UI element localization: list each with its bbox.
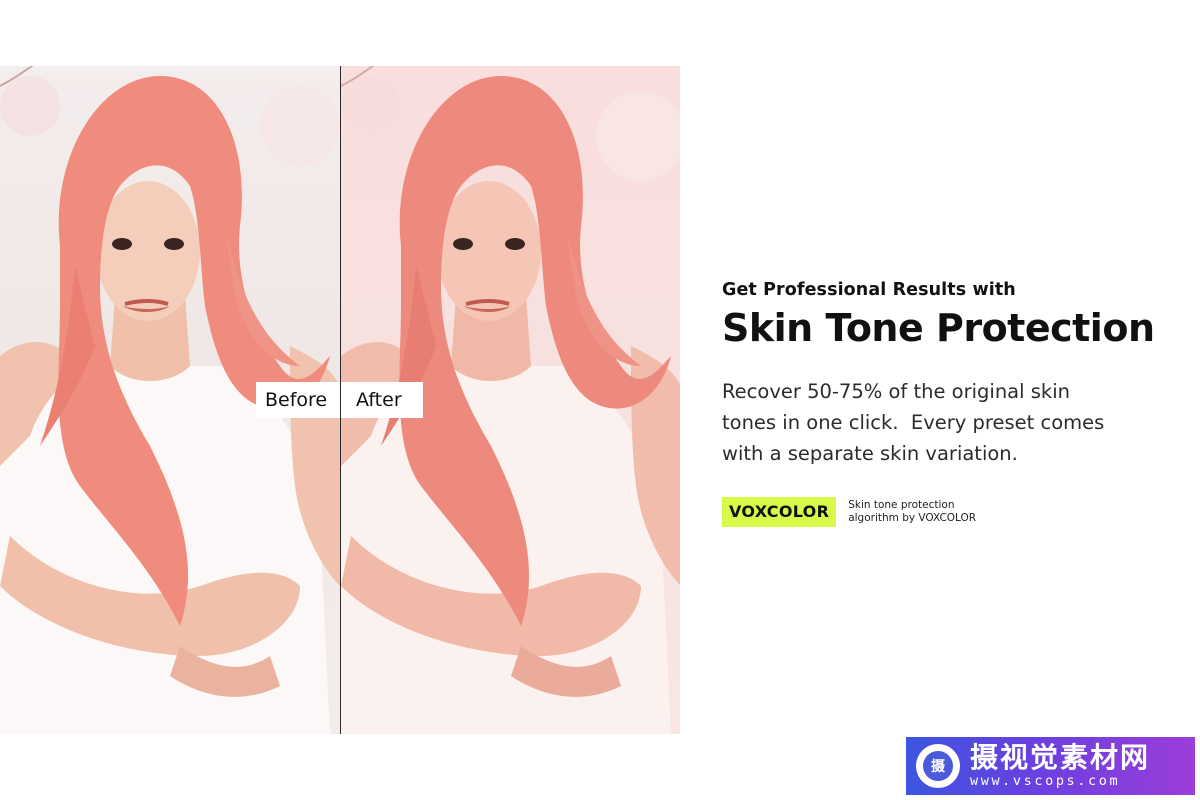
- camera-lens-icon: 摄: [916, 744, 960, 788]
- eyebrow-text: Get Professional Results with: [722, 280, 1016, 300]
- site-watermark[interactable]: 摄 摄视觉素材网 www.vscops.com: [906, 737, 1195, 795]
- brand-caption-line-1: Skin tone protection: [848, 499, 955, 511]
- body-line-3: with a separate skin variation.: [722, 442, 1018, 465]
- after-label: After: [341, 382, 423, 418]
- body-line-1: Recover 50-75% of the original skin: [722, 380, 1070, 403]
- feature-copy: Get Professional Results with Skin Tone …: [722, 280, 1172, 527]
- brand-caption: Skin tone protection algorithm by VOXCOL…: [848, 499, 976, 525]
- body-line-2: tones in one click. Every preset comes: [722, 411, 1105, 434]
- headline: Skin Tone Protection: [722, 306, 1155, 350]
- watermark-title: 摄视觉素材网: [970, 741, 1151, 774]
- watermark-text: 摄视觉素材网 www.vscops.com: [970, 741, 1151, 790]
- brand-caption-line-2: algorithm by VOXCOLOR: [848, 512, 977, 524]
- brand-badge: VOXCOLOR: [722, 497, 837, 527]
- watermark-logo-char: 摄: [923, 751, 953, 781]
- watermark-url: www.vscops.com: [970, 773, 1121, 789]
- page: Before After Get Professional Results wi…: [0, 0, 1200, 800]
- brand-row: VOXCOLOR Skin tone protection algorithm …: [722, 497, 1172, 527]
- before-after-comparison: Before After: [0, 66, 680, 734]
- before-label: Before: [256, 382, 340, 418]
- body-text: Recover 50-75% of the original skin tone…: [722, 376, 1172, 469]
